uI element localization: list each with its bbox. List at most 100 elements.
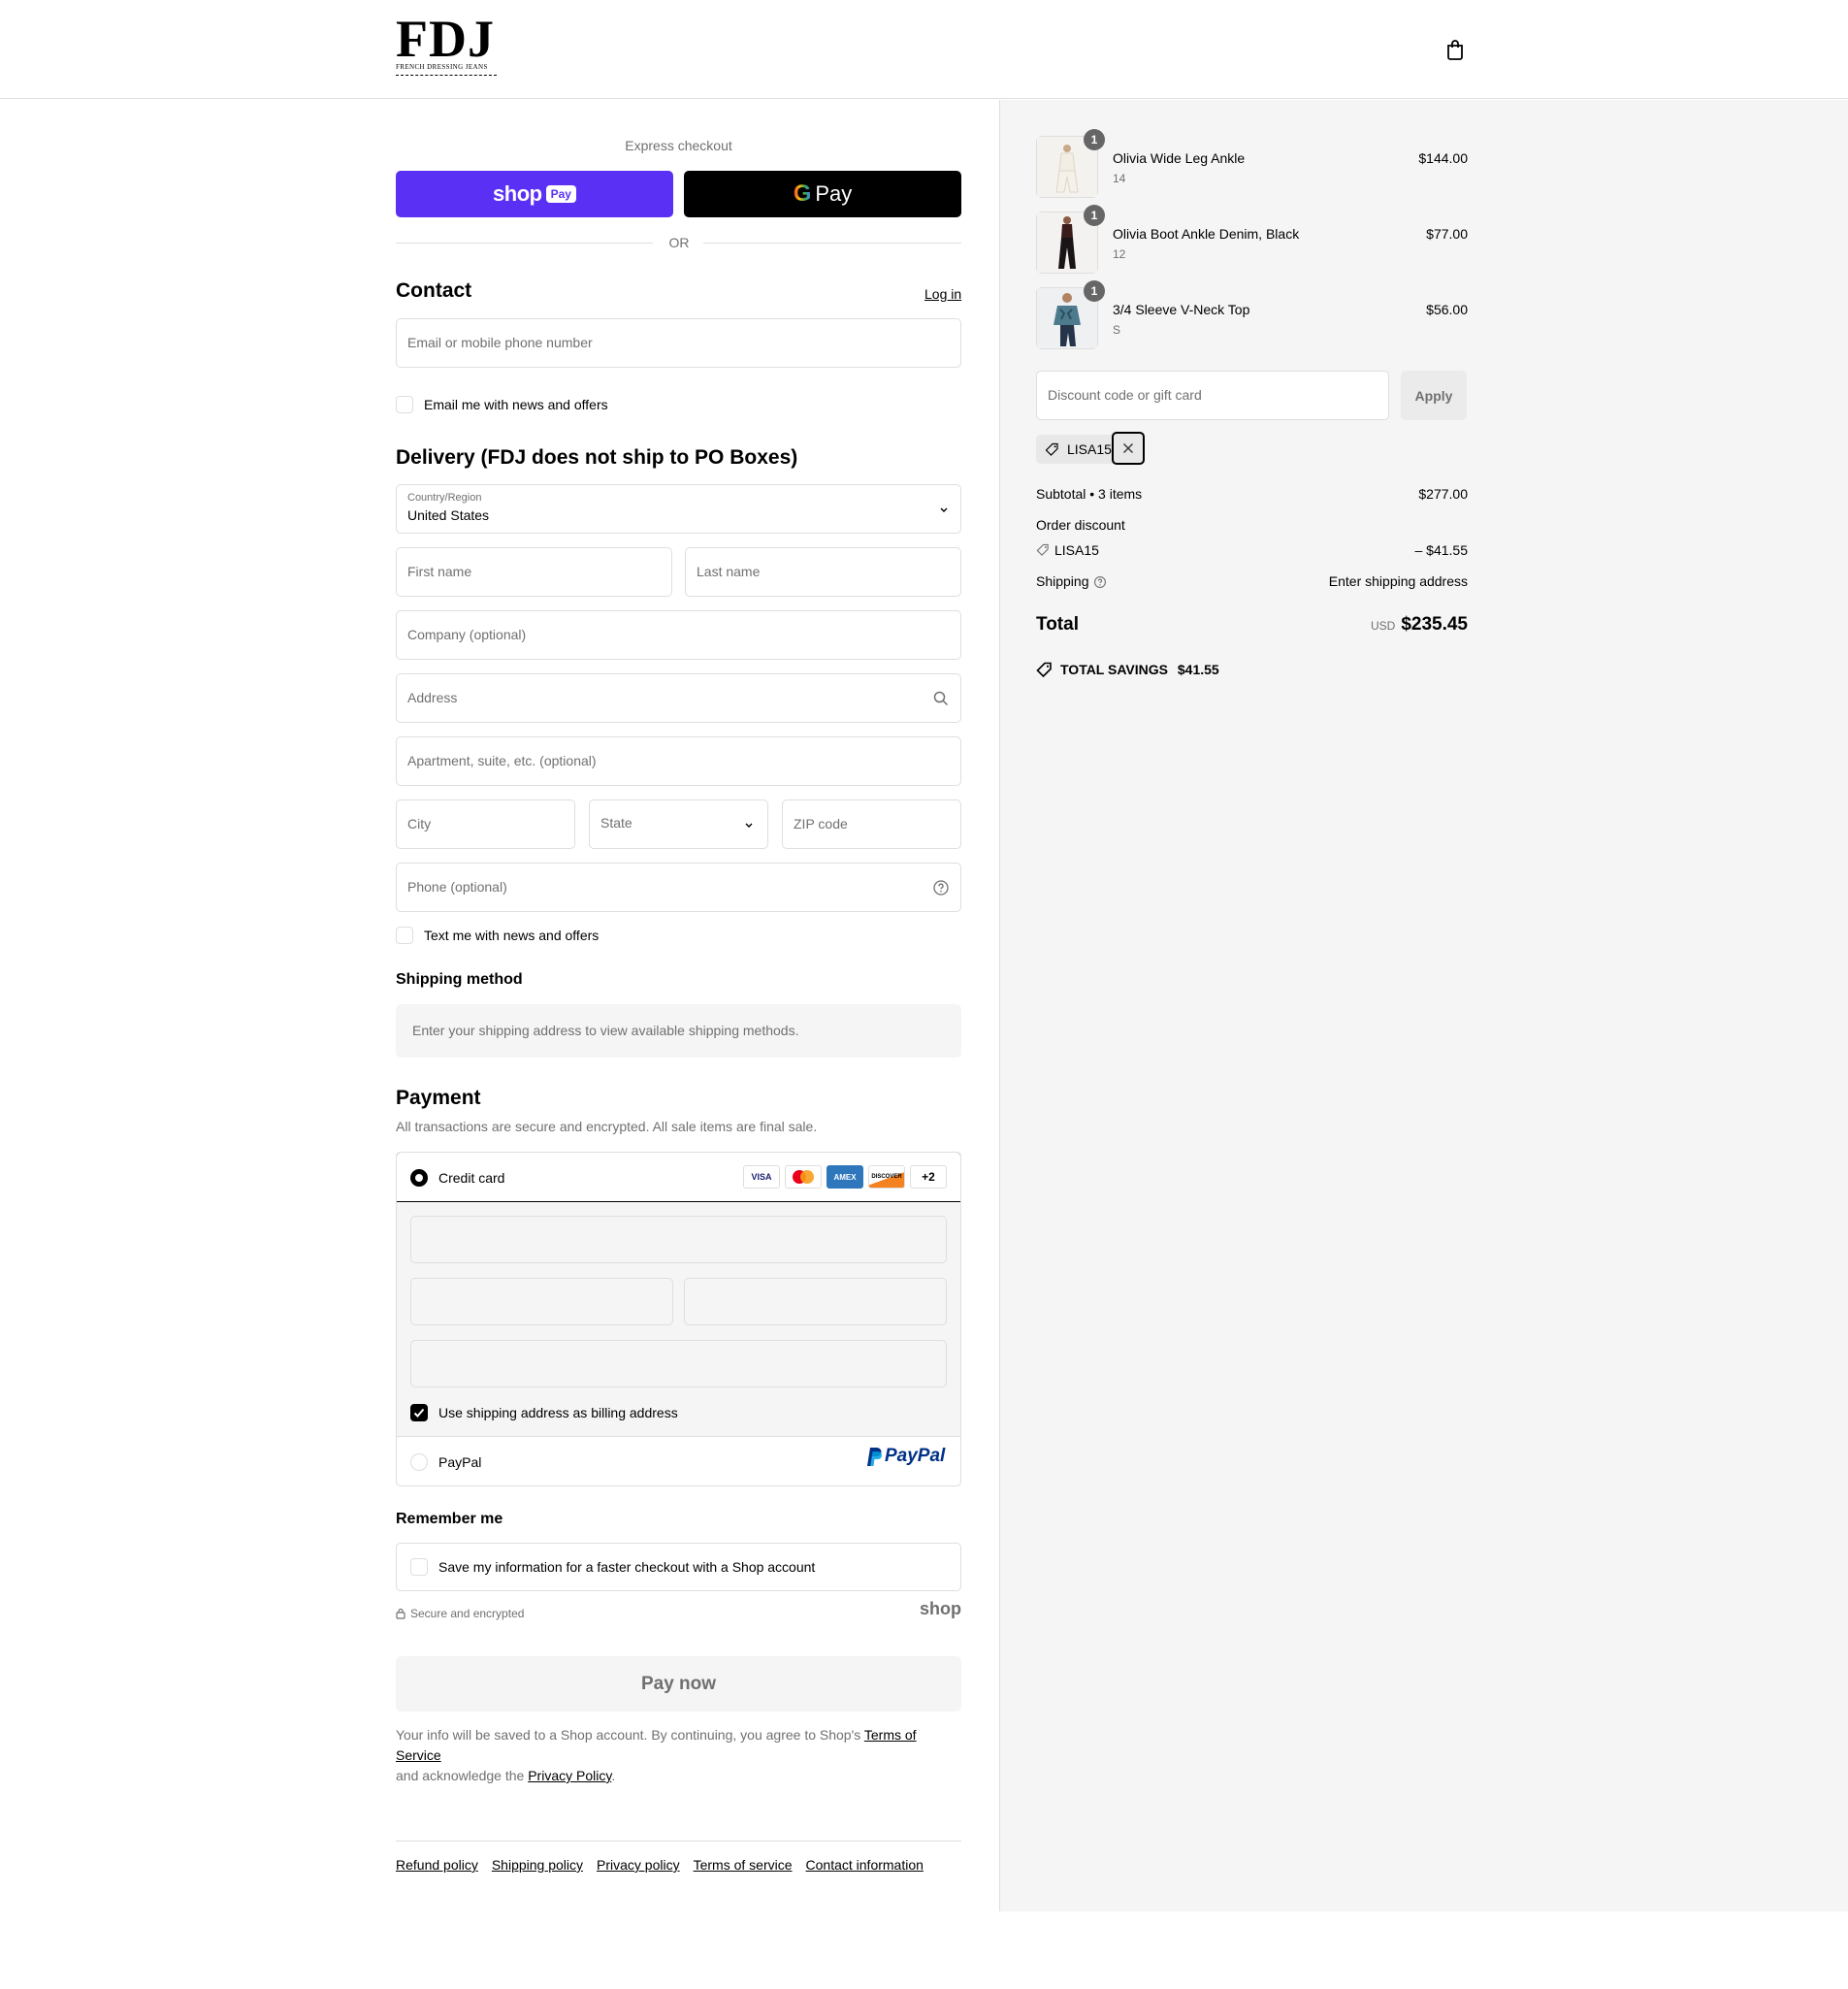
google-g-icon: G — [793, 180, 812, 207]
country-select[interactable]: Country/Region United States — [396, 484, 961, 534]
newsletter-checkbox[interactable] — [396, 396, 413, 413]
google-pay-button[interactable]: G Pay — [684, 171, 961, 217]
footer-terms-of-service[interactable]: Terms of service — [694, 1857, 793, 1873]
help-circle-icon[interactable] — [932, 879, 950, 897]
pay-now-button[interactable]: Pay now — [396, 1656, 961, 1712]
shop-logo: shop — [920, 1599, 961, 1618]
state-placeholder: State — [600, 815, 632, 831]
logo-tagline: FRENCH DRESSING JEANS — [396, 63, 488, 71]
subtotal-label: Subtotal • 3 items — [1036, 486, 1143, 502]
shop-pay-button[interactable]: shop Pay — [396, 171, 673, 217]
country-value: United States — [407, 507, 490, 523]
privacy-policy-link[interactable]: Privacy Policy — [528, 1768, 611, 1783]
sms-checkbox[interactable] — [396, 927, 413, 944]
total-value: $235.45 — [1401, 614, 1468, 635]
discount-code-placeholder: Discount code or gift card — [1048, 387, 1202, 403]
footer-shipping-policy[interactable]: Shipping policy — [492, 1857, 583, 1873]
footer-contact-information[interactable]: Contact information — [806, 1857, 924, 1873]
last-name-field[interactable]: Last name — [685, 547, 961, 597]
item-price: $56.00 — [1426, 302, 1468, 317]
remove-discount-button[interactable] — [1112, 432, 1145, 465]
tag-icon — [1045, 442, 1058, 456]
help-circle-icon[interactable] — [1093, 575, 1107, 589]
zip-field[interactable]: ZIP code — [782, 799, 961, 849]
discount-code-field[interactable]: Discount code or gift card — [1036, 371, 1389, 420]
paypal-wordmark: PayPal — [885, 1446, 946, 1466]
company-field[interactable]: Company (optional) — [396, 610, 961, 660]
company-placeholder: Company (optional) — [407, 627, 527, 642]
paypal-logo: PayPal — [864, 1446, 945, 1467]
credit-card-radio[interactable] — [410, 1169, 428, 1187]
shipping-method-info: Enter your shipping address to view avai… — [396, 1004, 961, 1058]
footer-links: Refund policy Shipping policy Privacy po… — [396, 1857, 924, 1873]
paypal-label[interactable]: PayPal — [438, 1454, 481, 1470]
card-expiry-field[interactable] — [410, 1278, 673, 1325]
credit-card-option[interactable]: Credit card VISA AMEX DISCOVER +2 — [397, 1153, 960, 1202]
payment-heading: Payment — [396, 1087, 481, 1109]
apply-discount-button[interactable]: Apply — [1401, 371, 1467, 420]
store-logo[interactable]: FDJ FRENCH DRESSING JEANS — [396, 10, 503, 80]
savings-tag-icon — [1036, 662, 1052, 678]
phone-field[interactable]: Phone (optional) — [396, 863, 961, 912]
item-thumbnail: 1 — [1036, 280, 1105, 349]
item-thumbnail: 1 — [1036, 205, 1105, 274]
order-discount-label: Order discount — [1036, 517, 1125, 533]
item-price: $77.00 — [1426, 226, 1468, 242]
item-name: Olivia Wide Leg Ankle — [1113, 150, 1246, 166]
legal-text: Your info will be saved to a Shop accoun… — [396, 1725, 961, 1786]
logo-underline — [396, 75, 497, 76]
quantity-badge: 1 — [1084, 205, 1105, 226]
footer-refund-policy[interactable]: Refund policy — [396, 1857, 478, 1873]
chevron-down-icon — [745, 823, 753, 828]
card-name-field[interactable] — [410, 1340, 947, 1387]
total-amount: USD $235.45 — [1274, 614, 1468, 636]
item-variant: S — [1113, 323, 1121, 337]
mastercard-icon — [785, 1165, 822, 1189]
more-cards-badge: +2 — [910, 1165, 947, 1189]
search-icon — [933, 691, 949, 706]
remember-me-option[interactable]: Save my information for a faster checkou… — [396, 1543, 961, 1591]
email-field[interactable]: Email or mobile phone number — [396, 318, 961, 368]
last-name-placeholder: Last name — [697, 564, 761, 579]
shipping-value: Enter shipping address — [1328, 573, 1468, 589]
footer-privacy-policy[interactable]: Privacy policy — [597, 1857, 680, 1873]
apartment-field[interactable]: Apartment, suite, etc. (optional) — [396, 736, 961, 786]
contact-heading: Contact — [396, 279, 472, 302]
sms-label: Text me with news and offers — [424, 928, 600, 943]
shop-pay-word: shop — [493, 181, 542, 206]
applied-discount-chip: LISA15 — [1036, 432, 1145, 465]
login-link[interactable]: Log in — [924, 286, 961, 302]
footer-divider — [396, 1841, 961, 1842]
item-price: $144.00 — [1418, 150, 1468, 166]
billing-same-label: Use shipping address as billing address — [438, 1405, 678, 1420]
billing-same-checkbox[interactable] — [410, 1404, 428, 1421]
discover-icon: DISCOVER — [868, 1165, 905, 1189]
shopping-bag-icon[interactable] — [1445, 39, 1465, 60]
remember-checkbox[interactable] — [410, 1558, 428, 1576]
email-placeholder: Email or mobile phone number — [407, 335, 593, 350]
logo-text: FDJ — [396, 10, 495, 68]
discount-code-label: LISA15 — [1054, 542, 1099, 558]
total-savings: TOTAL SAVINGS $41.55 — [1060, 662, 1219, 677]
secure-text: Secure and encrypted — [410, 1607, 525, 1620]
applied-discount-code: LISA15 — [1067, 441, 1112, 457]
total-savings-value: $41.55 — [1177, 662, 1219, 677]
item-name: 3/4 Sleeve V-Neck Top — [1113, 302, 1250, 317]
legal-text-1: Your info will be saved to a Shop accoun… — [396, 1727, 864, 1743]
newsletter-label: Email me with news and offers — [424, 397, 608, 412]
close-icon — [1123, 443, 1133, 453]
first-name-field[interactable]: First name — [396, 547, 672, 597]
item-variant: 14 — [1113, 172, 1126, 185]
or-divider-left — [396, 243, 653, 244]
card-number-field[interactable] — [410, 1216, 947, 1263]
paypal-radio[interactable] — [410, 1453, 428, 1471]
address-field[interactable]: Address — [396, 673, 961, 723]
city-field[interactable]: City — [396, 799, 575, 849]
shop-pay-pill: Pay — [545, 185, 576, 203]
or-divider-text: OR — [668, 235, 690, 250]
delivery-heading: Delivery (FDJ does not ship to PO Boxes) — [396, 446, 798, 469]
card-cvv-field[interactable] — [684, 1278, 947, 1325]
state-select[interactable]: State — [589, 799, 768, 849]
chevron-down-icon — [940, 507, 948, 512]
header: FDJ FRENCH DRESSING JEANS — [0, 0, 1848, 99]
